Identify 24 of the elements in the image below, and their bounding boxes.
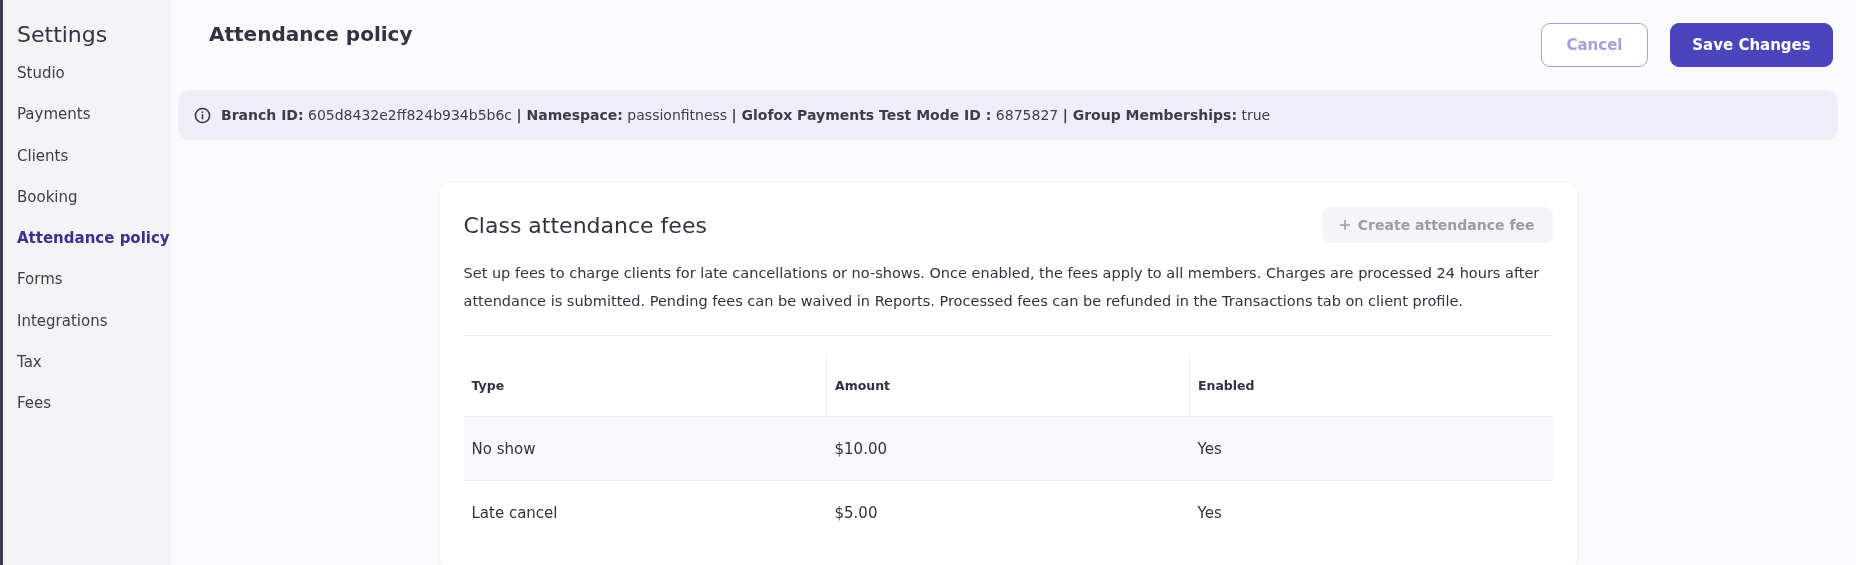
sidebar-item[interactable]: Forms xyxy=(17,259,169,301)
description-text: Set up fees to charge clients for late cancellations or no-shows. Once enabled, the fees apply to all members. Charges are processed 24 hours after attendance is submitted. Pending fees can be waived in Reports. Processed fees can be refunded in the Transactions tab on client profile. xyxy=(463,259,1553,336)
table-cell: Yes xyxy=(1189,416,1553,481)
sidebar-item[interactable]: Studio xyxy=(17,53,169,95)
card-title: Class attendance fees xyxy=(463,212,707,238)
page-title: Attendance policy xyxy=(209,22,413,46)
table-cell: Yes xyxy=(1189,480,1553,544)
sidebar-item[interactable]: Clients xyxy=(17,135,169,177)
info-text: Branch ID: 605d8432e2ff824b934b5b6c | Namespace: passionfitness | Glofox Payments Test Mode ID : 6875827 | Group Memberships: true xyxy=(221,107,1271,123)
table-cell: $5.00 xyxy=(826,480,1190,544)
sidebar-item[interactable]: Fees xyxy=(17,383,169,425)
sidebar-item[interactable]: Attendance policy xyxy=(17,218,169,260)
table-cell: Late cancel xyxy=(463,480,827,544)
plus-icon xyxy=(1339,220,1350,230)
sidebar-item[interactable]: Booking xyxy=(17,176,169,219)
sidebar-item[interactable]: Integrations xyxy=(17,300,169,343)
column-header: Type xyxy=(463,354,827,417)
table-cell: $10.00 xyxy=(826,416,1190,481)
sidebar-title: Settings xyxy=(17,22,109,47)
sidebar-item[interactable]: Tax xyxy=(17,342,169,384)
info-icon xyxy=(194,106,211,124)
save-button[interactable]: Save Changes xyxy=(1670,23,1833,67)
table-cell: No show xyxy=(463,416,827,481)
sidebar-item[interactable]: Payments xyxy=(17,94,169,136)
